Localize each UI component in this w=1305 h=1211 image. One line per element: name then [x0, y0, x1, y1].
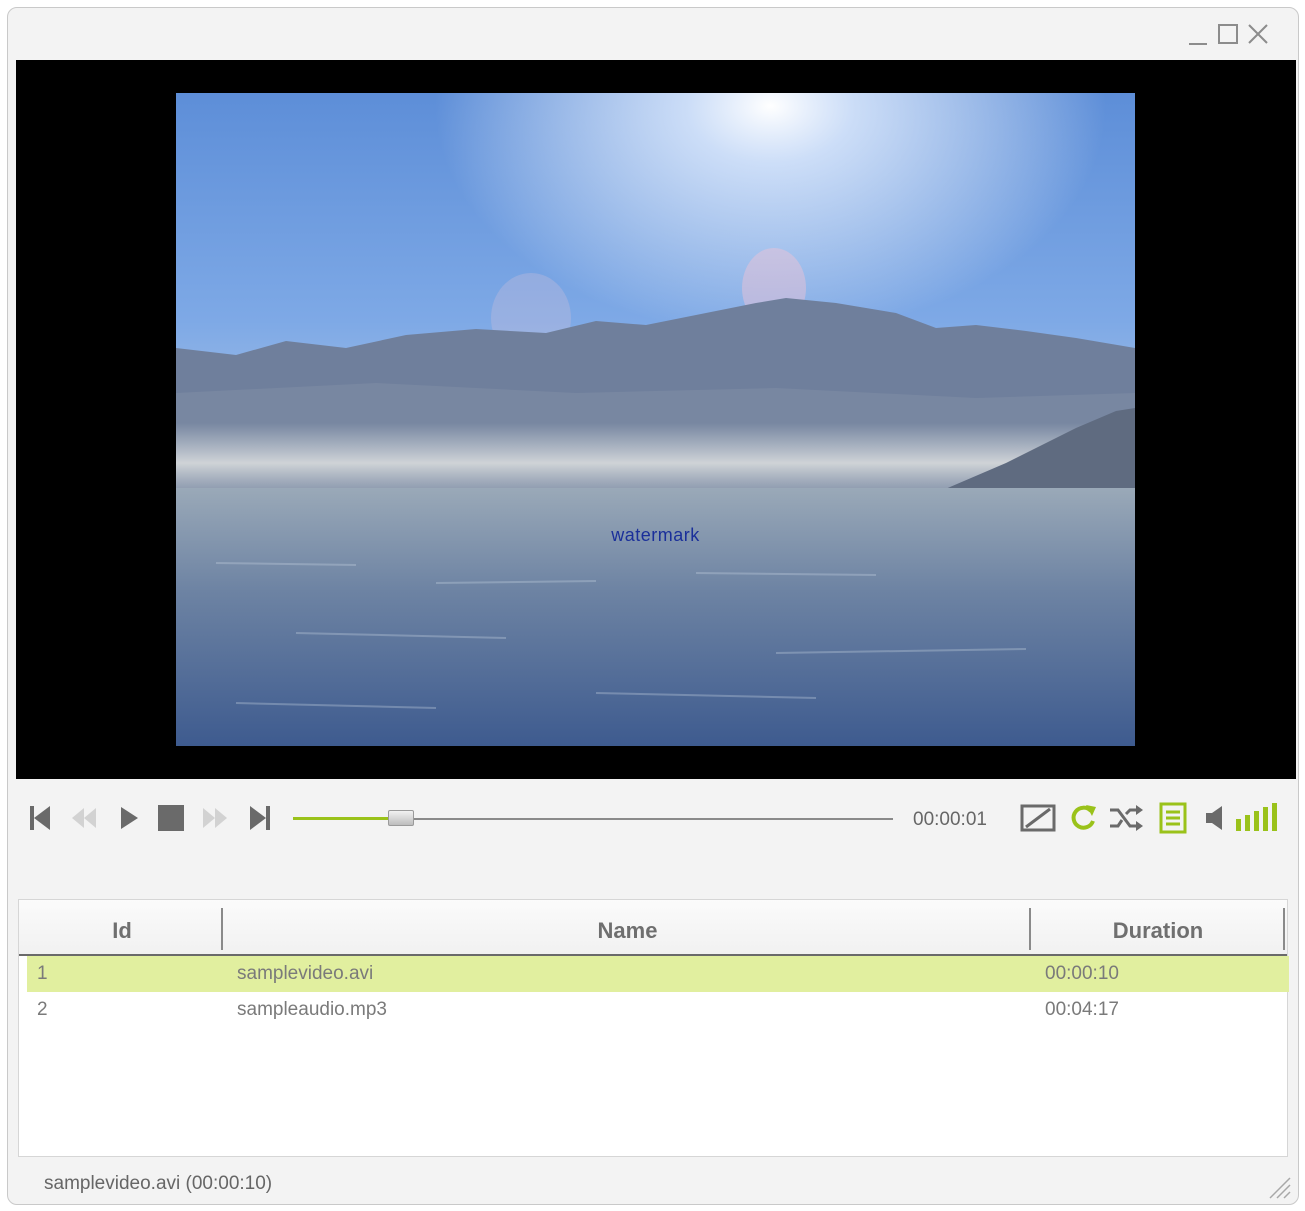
- next-track-button[interactable]: [248, 801, 272, 835]
- resize-grip-icon[interactable]: [1266, 1174, 1292, 1200]
- play-icon: [121, 807, 138, 829]
- playback-controls: 00:00:01: [8, 779, 1298, 859]
- row-id: 2: [37, 999, 48, 1020]
- video-frame: watermark: [176, 93, 1135, 746]
- playlist-header: Id Name Duration: [19, 900, 1287, 956]
- column-header-name[interactable]: Name: [225, 918, 1030, 944]
- next-track-icon: [250, 806, 270, 830]
- mute-button[interactable]: [1204, 801, 1226, 835]
- minimize-button[interactable]: [1186, 22, 1210, 46]
- minimize-icon: [1189, 43, 1207, 45]
- seek-progress-fill: [293, 817, 401, 820]
- close-icon: [1248, 24, 1268, 44]
- shuffle-icon: [1110, 805, 1143, 831]
- fast-forward-button[interactable]: [199, 801, 231, 835]
- table-row[interactable]: 1 samplevideo.avi 00:00:10: [27, 956, 1289, 992]
- video-display[interactable]: watermark: [16, 60, 1296, 779]
- rewind-button[interactable]: [68, 801, 100, 835]
- column-header-duration[interactable]: Duration: [1033, 918, 1283, 944]
- fullscreen-button[interactable]: [1020, 801, 1056, 835]
- seek-bar[interactable]: [293, 810, 893, 826]
- volume-slider[interactable]: [1234, 801, 1284, 835]
- playlist-icon: [1159, 802, 1187, 834]
- status-text: samplevideo.avi (00:00:10): [44, 1173, 273, 1194]
- rewind-icon: [72, 808, 96, 828]
- column-divider[interactable]: [1283, 908, 1285, 950]
- column-divider[interactable]: [221, 908, 223, 950]
- video-scene-image: [176, 93, 1135, 746]
- fast-forward-icon: [203, 808, 227, 828]
- seek-handle[interactable]: [388, 810, 414, 826]
- row-id: 1: [37, 963, 48, 984]
- row-name: sampleaudio.mp3: [237, 999, 387, 1020]
- column-divider[interactable]: [1029, 908, 1031, 950]
- row-duration: 00:00:10: [1045, 963, 1119, 984]
- repeat-icon: [1071, 805, 1096, 830]
- title-bar: [8, 8, 1298, 60]
- stop-button[interactable]: [156, 801, 186, 835]
- volume-level-icon: [1236, 803, 1277, 831]
- stop-icon: [158, 805, 184, 831]
- maximize-button[interactable]: [1216, 22, 1240, 46]
- row-name: samplevideo.avi: [237, 963, 374, 984]
- speaker-icon: [1206, 806, 1222, 830]
- maximize-icon: [1218, 24, 1238, 44]
- shuffle-button[interactable]: [1108, 801, 1144, 835]
- repeat-button[interactable]: [1068, 801, 1098, 835]
- fullscreen-icon: [1020, 804, 1056, 832]
- playlist-button[interactable]: [1158, 801, 1188, 835]
- close-button[interactable]: [1246, 22, 1270, 46]
- table-row[interactable]: 2 sampleaudio.mp3 00:04:17: [27, 992, 1289, 1028]
- previous-track-icon: [30, 806, 50, 830]
- playlist-table: Id Name Duration 1 samplevideo.avi 00:00…: [18, 899, 1289, 1157]
- watermark-text: watermark: [611, 525, 700, 545]
- previous-track-button[interactable]: [28, 801, 52, 835]
- play-button[interactable]: [118, 801, 140, 835]
- current-time: 00:00:01: [913, 809, 987, 830]
- column-header-id[interactable]: Id: [19, 918, 225, 944]
- row-duration: 00:04:17: [1045, 999, 1119, 1020]
- media-player-window: watermark 00:00:01 Id Name Duration 1 sa…: [7, 7, 1299, 1205]
